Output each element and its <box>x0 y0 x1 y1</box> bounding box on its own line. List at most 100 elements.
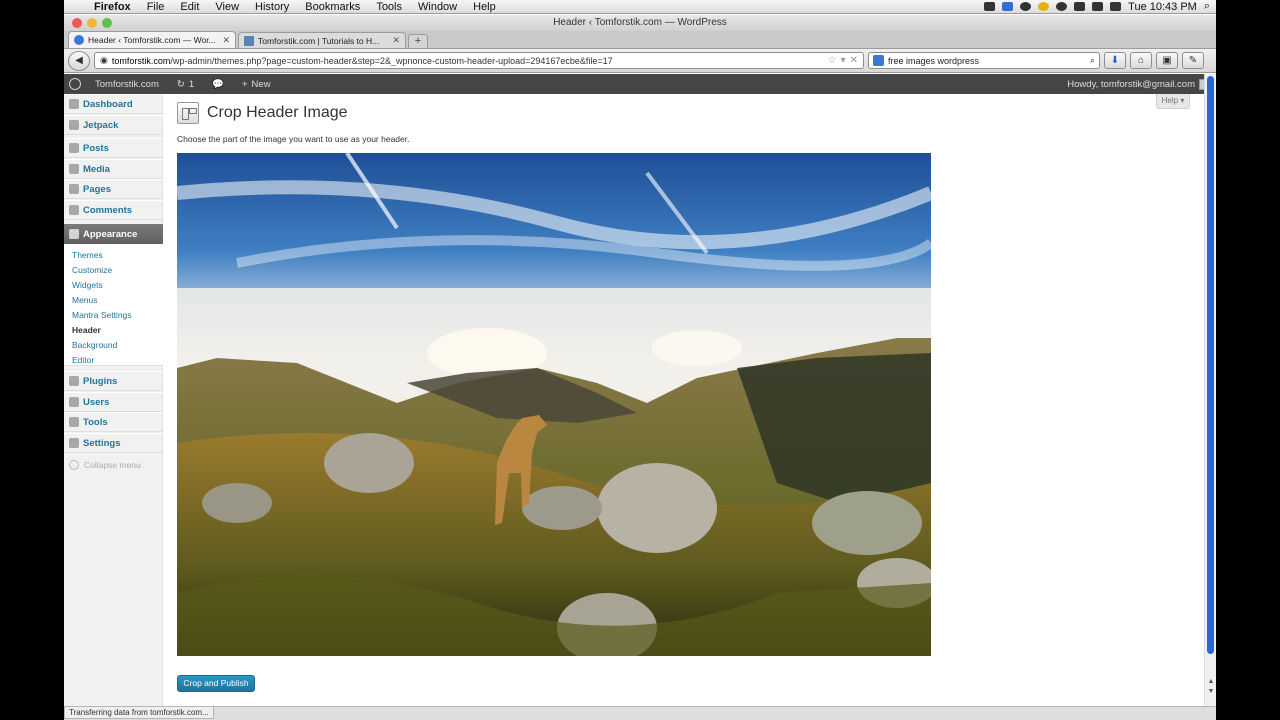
scroll-up-arrow-icon[interactable]: ▲ <box>1206 678 1216 685</box>
sidebar-item-posts[interactable]: Posts <box>64 138 163 158</box>
header-image-crop-area[interactable] <box>177 153 931 656</box>
search-bar[interactable]: free images wordpress ⌕ <box>868 52 1100 69</box>
menu-app-name[interactable]: Firefox <box>86 1 139 13</box>
menu-view[interactable]: View <box>207 1 247 13</box>
url-bar[interactable]: ◉ tomforstik.com/wp-admin/themes.php?pag… <box>94 52 864 69</box>
menu-file[interactable]: File <box>139 1 173 13</box>
sidebar-item-label: Dashboard <box>83 98 133 110</box>
page-scrollbar[interactable]: ▲ ▼ <box>1204 74 1216 708</box>
submenu-header[interactable]: Header <box>72 325 101 335</box>
submenu-background[interactable]: Background <box>72 340 117 350</box>
tab-label: Tomforstik.com | Tutorials to H... <box>258 35 380 46</box>
sidebar-item-appearance[interactable]: Appearance <box>64 224 177 244</box>
sidebar-item-users[interactable]: Users <box>64 392 163 412</box>
close-tab-icon[interactable]: ✕ <box>392 35 400 46</box>
crop-instructions: Choose the part of the image you want to… <box>177 134 410 144</box>
collapse-menu-button[interactable]: Collapse menu <box>69 460 141 470</box>
time-machine-icon[interactable] <box>1056 2 1068 11</box>
bluetooth-icon[interactable] <box>1074 2 1086 11</box>
page-title: Crop Header Image <box>207 104 348 121</box>
submenu-editor[interactable]: Editor <box>72 355 94 365</box>
gear-icon[interactable] <box>1020 2 1032 11</box>
help-tab[interactable]: Help ▾ <box>1156 94 1190 109</box>
scrollbar-thumb[interactable] <box>1207 76 1214 654</box>
url-text: tomforstik.com/wp-admin/themes.php?page=… <box>112 56 824 66</box>
close-window-button[interactable] <box>72 18 82 28</box>
jetpack-icon <box>69 120 79 130</box>
menu-help[interactable]: Help <box>465 1 504 13</box>
minimize-window-button[interactable] <box>87 18 97 28</box>
tab-tomforstik-tutorials[interactable]: Tomforstik.com | Tutorials to H... ✕ <box>238 32 406 48</box>
collapse-menu-label: Collapse menu <box>84 460 141 470</box>
sidebar-item-plugins[interactable]: Plugins <box>64 371 163 391</box>
comments-icon <box>69 205 79 215</box>
menubar-clock[interactable]: Tue 10:43 PM <box>1128 1 1197 13</box>
search-icon[interactable]: ⌕ <box>1090 55 1095 66</box>
sidebar-item-tools[interactable]: Tools <box>64 412 163 432</box>
sidebar-item-pages[interactable]: Pages <box>64 179 163 199</box>
spotlight-search-icon[interactable]: ⌕ <box>1204 0 1210 13</box>
tab-bar: Header ‹ Tomforstik.com — Wor... ✕ Tomfo… <box>64 31 1216 49</box>
submenu-themes[interactable]: Themes <box>72 250 103 260</box>
submenu-widgets[interactable]: Widgets <box>72 280 103 290</box>
history-dropdown-icon[interactable]: ▾ <box>841 55 846 66</box>
status-dot-icon[interactable] <box>1038 2 1050 11</box>
skype-icon[interactable] <box>1002 2 1014 11</box>
plus-icon: + <box>241 78 248 90</box>
downloads-button[interactable]: ⬇ <box>1104 52 1126 69</box>
screen-capture-button[interactable]: ▣ <box>1156 52 1178 69</box>
search-input[interactable]: free images wordpress <box>888 56 1086 66</box>
stop-icon[interactable]: ✕ <box>850 55 858 66</box>
settings-icon <box>69 438 79 448</box>
scroll-down-arrow-icon[interactable]: ▼ <box>1206 688 1216 695</box>
google-search-engine-icon[interactable] <box>873 55 884 66</box>
sidebar-item-label: Pages <box>83 183 111 195</box>
tab-header-wordpress[interactable]: Header ‹ Tomforstik.com — Wor... ✕ <box>68 31 236 48</box>
close-tab-icon[interactable]: ✕ <box>222 35 230 46</box>
home-button[interactable]: ⌂ <box>1130 52 1152 69</box>
screen: Firefox File Edit View History Bookmarks… <box>64 0 1216 720</box>
sidebar-item-dashboard[interactable]: Dashboard <box>64 94 163 114</box>
sidebar-item-label: Media <box>83 163 110 175</box>
sidebar-item-label: Appearance <box>83 228 138 240</box>
menu-edit[interactable]: Edit <box>172 1 207 13</box>
zoom-window-button[interactable] <box>102 18 112 28</box>
camera-icon[interactable] <box>984 2 996 11</box>
sidebar-item-media[interactable]: Media <box>64 159 163 179</box>
menu-history[interactable]: History <box>247 1 297 13</box>
updates-link[interactable]: ↻ 1 <box>168 79 203 90</box>
url-domain: tomforstik.com <box>111 55 171 66</box>
sidebar-item-comments[interactable]: Comments <box>64 200 163 220</box>
comments-icon[interactable]: 💬 <box>203 79 233 90</box>
new-tab-button[interactable]: + <box>408 34 428 48</box>
main-content: Help ▾ Crop Header Image Choose the part… <box>163 94 1204 708</box>
sidebar-item-label: Settings <box>83 437 121 449</box>
crop-and-publish-button[interactable]: Crop and Publish <box>177 675 255 692</box>
menu-tools[interactable]: Tools <box>368 1 410 13</box>
back-button[interactable]: ◀ <box>68 50 90 71</box>
bookmark-star-icon[interactable]: ☆ <box>828 55 837 66</box>
wordpress-logo-icon[interactable] <box>64 74 86 94</box>
mac-menubar: Firefox File Edit View History Bookmarks… <box>64 0 1216 14</box>
collapse-arrow-icon <box>69 460 79 470</box>
site-name-link[interactable]: Tomforstik.com <box>86 79 168 90</box>
status-text: Transferring data from tomforstik.com... <box>64 707 214 719</box>
menu-bookmarks[interactable]: Bookmarks <box>297 1 368 13</box>
submenu-customize[interactable]: Customize <box>72 265 112 275</box>
submenu-menus[interactable]: Menus <box>72 295 98 305</box>
tab-label: Header ‹ Tomforstik.com — Wor... <box>88 35 216 45</box>
my-account-link[interactable]: Howdy, tomforstik@gmail.com <box>1067 78 1216 90</box>
sidebar-item-settings[interactable]: Settings <box>64 433 163 453</box>
tools-menu-button[interactable]: ✎ <box>1182 52 1204 69</box>
sidebar-item-jetpack[interactable]: Jetpack <box>64 115 163 135</box>
updates-count: 1 <box>188 78 195 90</box>
wifi-icon[interactable] <box>1092 2 1104 11</box>
sidebar-item-label: Plugins <box>83 375 118 387</box>
appearance-page-icon <box>177 102 199 124</box>
volume-icon[interactable] <box>1110 2 1122 11</box>
menu-window[interactable]: Window <box>410 1 465 13</box>
site-identity-icon[interactable]: ◉ <box>100 55 108 66</box>
submenu-mantra-settings[interactable]: Mantra Settings <box>72 310 132 320</box>
media-icon <box>69 164 79 174</box>
new-content-link[interactable]: + New <box>233 79 280 90</box>
